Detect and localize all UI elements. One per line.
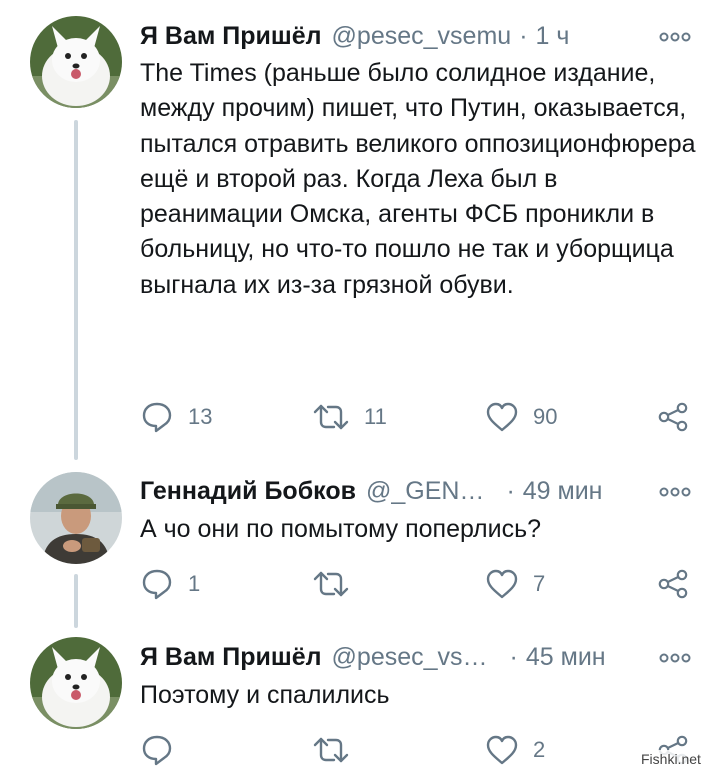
display-name[interactable]: Я Вам Пришёл	[140, 22, 322, 51]
retweet-icon	[313, 404, 349, 430]
reply-count: 13	[188, 404, 213, 429]
avatar[interactable]	[30, 472, 122, 564]
user-handle[interactable]: @pesec_vsemu	[332, 22, 512, 51]
like-button[interactable]: 90	[485, 397, 557, 437]
retweet-button[interactable]	[312, 730, 364, 770]
user-handle[interactable]: @pesec_vs…	[332, 643, 488, 672]
tweet-text: А чо они по помытому поперлись?	[140, 515, 542, 543]
reply-button[interactable]: 1	[140, 564, 200, 604]
share-button[interactable]	[657, 397, 689, 437]
more-options-icon[interactable]	[658, 651, 692, 665]
tweet-header: Геннадий Бобков @_GEN… · 49 мин	[140, 477, 602, 509]
retweet-count: 11	[364, 404, 387, 429]
thread-line	[74, 120, 78, 460]
like-icon	[486, 402, 518, 432]
more-options-icon[interactable]	[658, 30, 692, 44]
avatar[interactable]	[30, 637, 122, 729]
display-name[interactable]: Я Вам Пришёл	[140, 643, 322, 672]
tweet-header: Я Вам Пришёл @pesec_vs… · 45 мин	[140, 643, 606, 675]
retweet-icon	[313, 737, 349, 763]
reply-count: 1	[188, 571, 201, 596]
like-count: 90	[533, 404, 558, 429]
tweet-text: Поэтому и спалились	[140, 681, 390, 709]
tweet-actions: 13 11 90	[140, 397, 700, 437]
separator: ·	[509, 643, 518, 671]
more-options-icon[interactable]	[658, 485, 692, 499]
user-handle[interactable]: @_GEN…	[366, 477, 484, 506]
like-count: 7	[533, 571, 546, 596]
like-button[interactable]: 7	[485, 564, 545, 604]
avatar[interactable]	[30, 16, 122, 108]
separator: ·	[519, 22, 528, 50]
like-icon	[486, 735, 518, 765]
reply-icon	[142, 735, 172, 766]
soldier-photo-avatar	[30, 472, 122, 564]
display-name[interactable]: Геннадий Бобков	[140, 477, 356, 506]
tweet-text: The Times (раньше было солидное издание,…	[140, 59, 696, 299]
tweet-header: Я Вам Пришёл @pesec_vsemu · 1 ч	[140, 22, 569, 54]
retweet-button[interactable]	[312, 564, 364, 604]
tweet-actions: 1 7	[140, 564, 700, 604]
separator: ·	[506, 477, 515, 505]
retweet-button[interactable]: 11	[312, 397, 387, 437]
like-button[interactable]: 2	[485, 730, 545, 770]
retweet-icon	[313, 571, 349, 597]
share-button[interactable]	[657, 564, 689, 604]
timestamp[interactable]: 49 мин	[523, 477, 603, 506]
timestamp[interactable]: 45 мин	[526, 643, 606, 672]
reply-icon	[142, 569, 172, 600]
timestamp[interactable]: 1 ч	[536, 22, 570, 51]
tweet-actions: 2	[140, 730, 700, 770]
reply-button[interactable]: 13	[140, 397, 212, 437]
reply-icon	[142, 402, 172, 433]
share-icon	[658, 402, 688, 432]
watermark: Fishki.net	[638, 750, 704, 768]
like-icon	[486, 569, 518, 599]
reply-button[interactable]	[140, 730, 188, 770]
arctic-fox-avatar	[30, 637, 122, 729]
thread-line	[74, 574, 78, 628]
arctic-fox-avatar	[30, 16, 122, 108]
share-icon	[658, 569, 688, 599]
like-count: 2	[533, 737, 546, 762]
